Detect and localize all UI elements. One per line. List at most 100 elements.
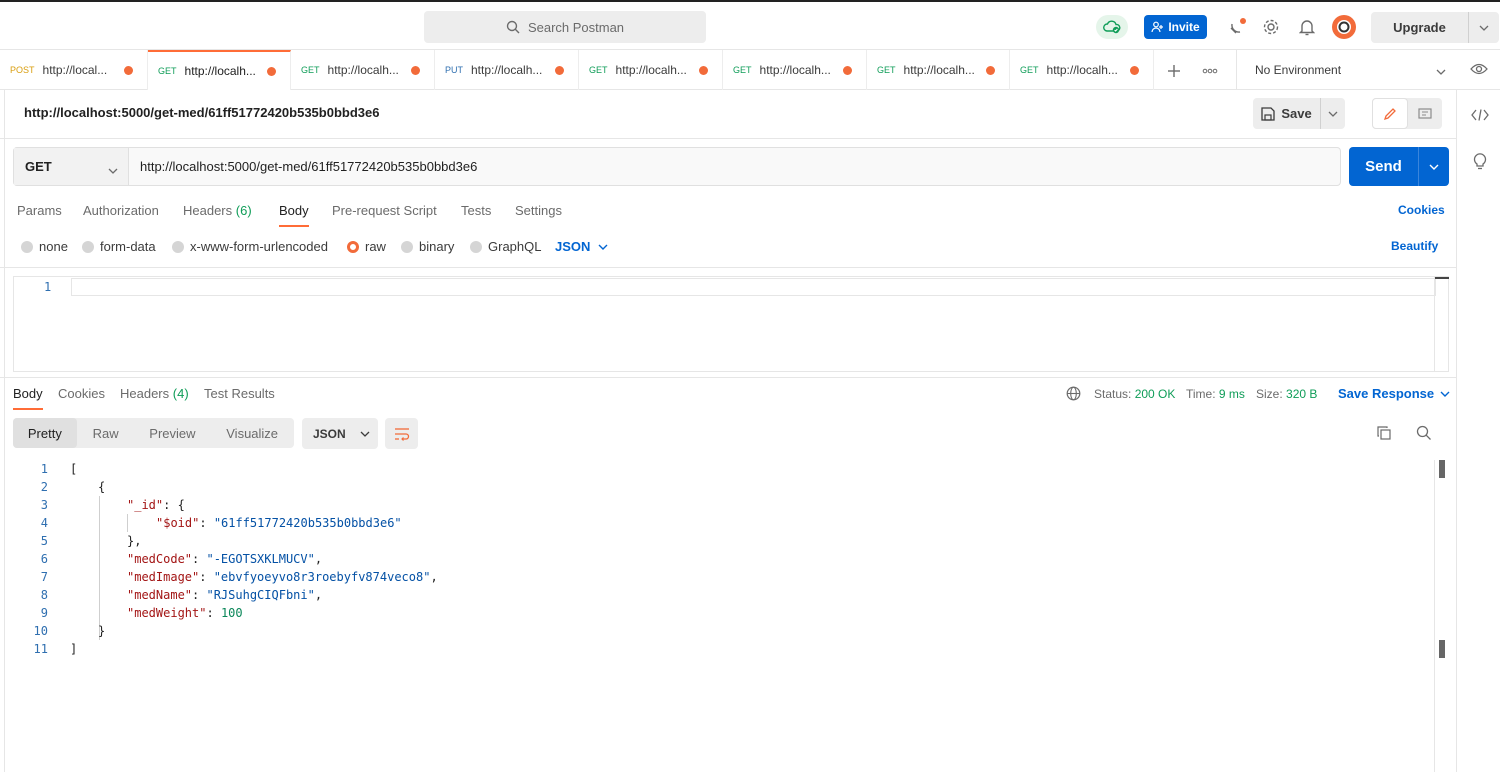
json-value-oid: "61ff51772420b535b0bbd3e6" (213, 516, 402, 530)
satellite-icon[interactable] (1226, 16, 1248, 38)
cookies-link[interactable]: Cookies (1398, 203, 1445, 217)
time-value: 9 ms (1218, 387, 1245, 401)
unsaved-dot-icon (1130, 65, 1139, 75)
request-tab[interactable]: POST http://local... (0, 50, 148, 90)
save-button[interactable]: Save (1253, 98, 1345, 129)
size-label: Size: (1256, 387, 1283, 401)
line-number: 8 (40, 588, 48, 602)
tab-settings[interactable]: Settings (515, 203, 562, 227)
tab-headers[interactable]: Headers (6) (183, 203, 252, 227)
request-tab[interactable]: GET http://localh... (1010, 50, 1154, 90)
chevron-down-icon[interactable] (1469, 25, 1499, 31)
eye-icon[interactable] (1470, 62, 1488, 79)
search-bar[interactable]: Search Postman (424, 11, 706, 43)
avatar[interactable] (1332, 15, 1356, 39)
environment-selector[interactable]: No Environment (1236, 50, 1458, 90)
unsaved-dot-icon (986, 65, 995, 75)
line-number: 9 (40, 606, 48, 620)
code-line: 7 "medImage": "ebvfyoeyvo8r3roebyfv874vec… (0, 568, 600, 586)
response-format-select[interactable]: JSON (302, 418, 378, 449)
scrollbar-marker[interactable] (1439, 460, 1445, 478)
request-title: http://localhost:5000/get-med/61ff517724… (24, 105, 380, 120)
comment-icon[interactable] (1408, 98, 1442, 129)
body-mode-none[interactable]: none (21, 239, 68, 254)
upgrade-button[interactable]: Upgrade (1371, 12, 1499, 43)
add-user-icon (1151, 21, 1164, 33)
response-tab-test-results[interactable]: Test Results (204, 386, 275, 410)
view-raw[interactable]: Raw (77, 418, 135, 448)
response-status: Status: 200 OK (1094, 387, 1175, 401)
line-number: 10 (33, 624, 48, 638)
body-mode-raw[interactable]: raw (347, 239, 386, 254)
body-mode-binary[interactable]: binary (401, 239, 454, 254)
tab-tests[interactable]: Tests (461, 203, 491, 227)
wrap-lines-icon[interactable] (385, 418, 418, 449)
request-tab[interactable]: PUT http://localh... (435, 50, 579, 90)
new-tab-plus-icon[interactable] (1165, 62, 1183, 80)
radio-icon (172, 240, 184, 253)
beautify-link[interactable]: Beautify (1391, 239, 1438, 253)
chevron-down-icon[interactable] (1419, 147, 1449, 186)
tab-body[interactable]: Body (279, 203, 309, 227)
code-icon[interactable] (1471, 106, 1489, 124)
request-tab[interactable]: GET http://localh... (291, 50, 435, 90)
tab-prerequest-script[interactable]: Pre-request Script (332, 203, 437, 227)
body-mode-label: raw (365, 239, 386, 254)
mode-switch (1372, 98, 1442, 129)
body-mode-graphql[interactable]: GraphQL (470, 239, 541, 254)
response-tab-body[interactable]: Body (13, 386, 43, 410)
chevron-down-icon[interactable] (1321, 111, 1345, 117)
response-tab-headers[interactable]: Headers (4) (120, 386, 189, 410)
chevron-down-icon (108, 162, 118, 177)
gear-icon[interactable] (1260, 16, 1282, 38)
globe-icon[interactable] (1066, 386, 1081, 404)
divider (0, 267, 1456, 268)
more-tabs-icon[interactable] (1201, 62, 1219, 80)
body-mode-label: x-www-form-urlencoded (190, 239, 328, 254)
scrollbar-marker[interactable] (1439, 640, 1445, 658)
right-sidebar (1456, 90, 1500, 772)
edit-pencil-icon[interactable] (1372, 98, 1408, 129)
unsaved-dot-icon (124, 65, 133, 75)
url-input[interactable] (129, 148, 1340, 185)
tab-url: http://localh... (471, 63, 543, 77)
unsaved-dot-icon (843, 65, 852, 75)
request-tab[interactable]: GET http://localh... (723, 50, 867, 90)
response-tab-cookies[interactable]: Cookies (58, 386, 105, 410)
bell-icon[interactable] (1296, 16, 1318, 38)
code-line: 6 "medCode": "-EGOTSXKLMUCV", (0, 550, 600, 568)
view-preview[interactable]: Preview (135, 418, 211, 448)
tab-url: http://localh... (327, 63, 399, 77)
raw-format-select[interactable]: JSON (555, 239, 608, 254)
invite-button[interactable]: Invite (1144, 15, 1207, 39)
request-tab-active[interactable]: GET http://localh... (148, 50, 291, 90)
line-number: 11 (33, 642, 48, 656)
body-mode-form-data[interactable]: form-data (82, 239, 156, 254)
method-select[interactable]: GET (14, 148, 129, 185)
tab-params[interactable]: Params (17, 203, 62, 227)
copy-icon[interactable] (1376, 425, 1392, 444)
send-button[interactable]: Send (1349, 147, 1449, 186)
editor-current-line[interactable] (71, 278, 1436, 296)
body-mode-urlencoded[interactable]: x-www-form-urlencoded (172, 239, 328, 254)
search-icon (506, 20, 520, 34)
save-button-main[interactable]: Save (1253, 98, 1321, 129)
request-tab[interactable]: GET http://localh... (867, 50, 1010, 90)
request-body-editor[interactable]: 1 (13, 276, 1449, 372)
view-pretty[interactable]: Pretty (13, 418, 77, 448)
response-scrollbar-track (1434, 460, 1435, 772)
view-visualize[interactable]: Visualize (210, 418, 294, 448)
tab-authorization[interactable]: Authorization (83, 203, 159, 227)
body-mode-label: form-data (100, 239, 156, 254)
url-bar: GET (13, 147, 1341, 186)
save-response-button[interactable]: Save Response (1338, 386, 1450, 401)
divider (0, 377, 1456, 378)
sync-status-icon[interactable] (1096, 15, 1128, 39)
chevron-down-icon (360, 431, 370, 437)
response-time: Time: 9 ms (1186, 387, 1245, 401)
search-icon[interactable] (1416, 425, 1432, 444)
request-tab[interactable]: GET http://localh... (579, 50, 723, 90)
radio-selected-icon (347, 240, 359, 253)
lightbulb-icon[interactable] (1471, 152, 1489, 170)
editor-scrollbar[interactable] (1434, 277, 1449, 371)
